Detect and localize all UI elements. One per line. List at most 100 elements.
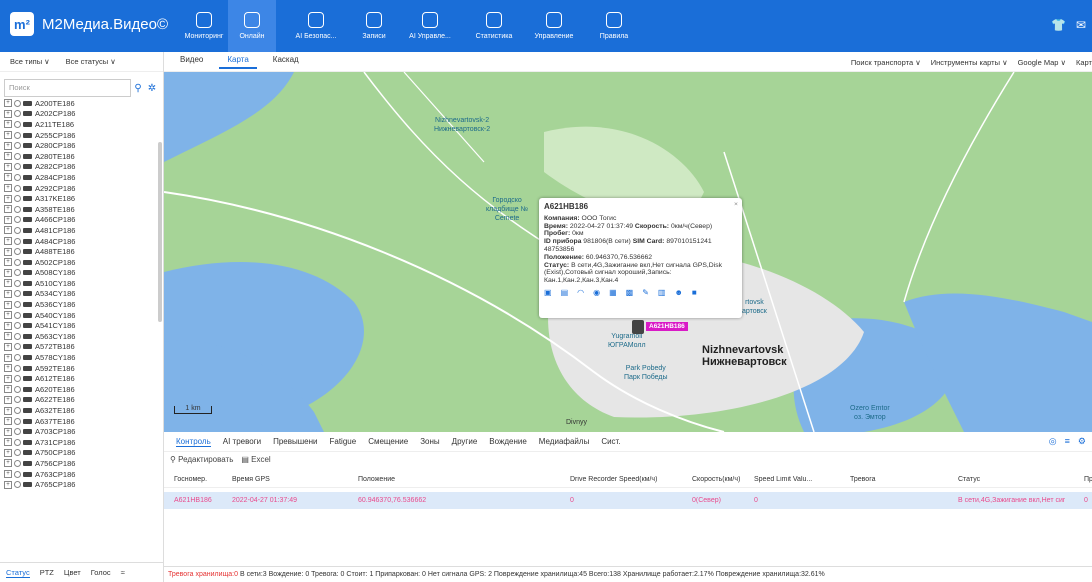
- vehicle-item[interactable]: + A508CY186: [4, 268, 156, 279]
- expand-icon[interactable]: +: [4, 237, 12, 246]
- nav-item-5[interactable]: Статистика: [470, 0, 518, 52]
- vehicle-item[interactable]: + A202CP186: [4, 109, 156, 120]
- vehicle-item[interactable]: + A292CP186: [4, 183, 156, 194]
- vehicle-checkbox[interactable]: [14, 301, 21, 309]
- vehicle-checkbox[interactable]: [14, 396, 21, 404]
- vehicle-item[interactable]: + A731CP186: [4, 437, 156, 448]
- bottom-tab-8[interactable]: Медиафайлы: [539, 437, 590, 447]
- headphones-icon[interactable]: ◠: [577, 289, 584, 297]
- vehicle-checkbox[interactable]: [14, 385, 21, 393]
- expand-icon[interactable]: +: [4, 162, 12, 171]
- locate-icon[interactable]: ◎: [1049, 436, 1057, 447]
- expand-icon[interactable]: +: [4, 152, 12, 161]
- bottom-tab-7[interactable]: Вождение: [489, 437, 527, 447]
- left-tab-4[interactable]: ≈: [121, 568, 125, 577]
- vehicle-checkbox[interactable]: [14, 184, 21, 192]
- column-header[interactable]: Drive Recorder Speed(км/ч): [570, 476, 657, 483]
- vehicle-item[interactable]: + A622TE186: [4, 395, 156, 406]
- expand-icon[interactable]: +: [4, 385, 12, 394]
- vehicle-checkbox[interactable]: [14, 173, 21, 181]
- expand-icon[interactable]: +: [4, 184, 12, 193]
- expand-icon[interactable]: +: [4, 247, 12, 256]
- column-header[interactable]: Пробе: [1084, 476, 1092, 483]
- expand-icon[interactable]: +: [4, 427, 12, 436]
- grid-icon[interactable]: ▩: [626, 289, 634, 297]
- vehicle-item[interactable]: + A637TE186: [4, 416, 156, 427]
- expand-icon[interactable]: +: [4, 470, 12, 479]
- vehicle-checkbox[interactable]: [14, 332, 21, 340]
- vehicle-item[interactable]: + A632TE186: [4, 405, 156, 416]
- vehicle-item[interactable]: + A620TE186: [4, 384, 156, 395]
- nav-item-6[interactable]: Управление: [530, 0, 578, 52]
- vehicle-checkbox[interactable]: [14, 205, 21, 213]
- document-icon[interactable]: ▥: [658, 289, 666, 297]
- vehicle-checkbox[interactable]: [14, 290, 21, 298]
- nav-item-1[interactable]: Онлайн: [228, 0, 276, 52]
- type-filter[interactable]: Все типы ∨: [10, 57, 50, 66]
- bottom-tab-1[interactable]: AI тревоги: [223, 437, 261, 447]
- view-tab-0[interactable]: Видео: [180, 55, 203, 69]
- vehicle-item[interactable]: + A534CY186: [4, 289, 156, 300]
- vehicle-item[interactable]: + A317KE186: [4, 193, 156, 204]
- bottom-tab-0[interactable]: Контроль: [176, 437, 211, 447]
- vehicle-item[interactable]: + A284CP186: [4, 172, 156, 183]
- vehicle-checkbox[interactable]: [14, 99, 21, 107]
- vehicle-checkbox[interactable]: [14, 343, 21, 351]
- vehicle-item[interactable]: + A280TE186: [4, 151, 156, 162]
- vehicle-item[interactable]: + A563CY186: [4, 331, 156, 342]
- bottom-tab-6[interactable]: Другие: [452, 437, 478, 447]
- message-icon[interactable]: ▦: [609, 289, 617, 297]
- vehicle-item[interactable]: + A211TE186: [4, 119, 156, 130]
- playback-icon[interactable]: ▤: [561, 289, 569, 297]
- vehicle-item[interactable]: + A255CP186: [4, 130, 156, 141]
- column-header[interactable]: Тревога: [850, 476, 876, 483]
- vehicle-checkbox[interactable]: [14, 152, 21, 160]
- left-tab-2[interactable]: Цвет: [64, 568, 81, 577]
- vehicle-marker[interactable]: [632, 320, 644, 334]
- expand-icon[interactable]: +: [4, 131, 12, 140]
- expand-icon[interactable]: +: [4, 353, 12, 362]
- vehicle-item[interactable]: + A280CP186: [4, 140, 156, 151]
- vehicle-item[interactable]: + A536CY186: [4, 299, 156, 310]
- vehicle-checkbox[interactable]: [14, 407, 21, 415]
- vehicle-item[interactable]: + A541CY186: [4, 320, 156, 331]
- vehicle-checkbox[interactable]: [14, 354, 21, 362]
- vehicle-item[interactable]: + A484CP186: [4, 236, 156, 247]
- expand-icon[interactable]: +: [4, 268, 12, 277]
- expand-icon[interactable]: +: [4, 173, 12, 182]
- record-icon[interactable]: ■: [692, 289, 697, 297]
- expand-icon[interactable]: +: [4, 258, 12, 267]
- nav-item-3[interactable]: Записи: [350, 0, 398, 52]
- expand-icon[interactable]: +: [4, 120, 12, 129]
- expand-icon[interactable]: +: [4, 480, 12, 489]
- vehicle-item[interactable]: + A750CP186: [4, 448, 156, 459]
- bottom-tab-9[interactable]: Сист.: [601, 437, 620, 447]
- vehicle-checkbox[interactable]: [14, 322, 21, 330]
- menu-icon[interactable]: ≡: [1065, 436, 1070, 447]
- close-icon[interactable]: ×: [734, 201, 738, 209]
- view-tab-1[interactable]: Карта: [219, 55, 257, 69]
- vehicle-checkbox[interactable]: [14, 311, 21, 319]
- expand-icon[interactable]: +: [4, 289, 12, 298]
- vehicle-checkbox[interactable]: [14, 481, 21, 489]
- expand-icon[interactable]: +: [4, 215, 12, 224]
- bottom-tab-4[interactable]: Смещение: [368, 437, 408, 447]
- vehicle-checkbox[interactable]: [14, 216, 21, 224]
- vehicle-checkbox[interactable]: [14, 131, 21, 139]
- expand-icon[interactable]: +: [4, 406, 12, 415]
- vehicle-item[interactable]: + A200TE186: [4, 98, 156, 109]
- expand-icon[interactable]: +: [4, 438, 12, 447]
- nav-item-2[interactable]: AI Безопас...: [292, 0, 340, 52]
- map-tool-1[interactable]: Инструменты карты ∨: [931, 58, 1008, 67]
- column-header[interactable]: Скорость(км/ч): [692, 476, 740, 483]
- vehicle-checkbox[interactable]: [14, 364, 21, 372]
- column-header[interactable]: Время GPS: [232, 476, 270, 483]
- expand-icon[interactable]: +: [4, 364, 12, 373]
- vehicle-item[interactable]: + A756CP186: [4, 458, 156, 469]
- vehicle-marker-label[interactable]: A621HB186: [646, 322, 688, 331]
- expand-icon[interactable]: +: [4, 459, 12, 468]
- vehicle-checkbox[interactable]: [14, 470, 21, 478]
- vehicle-checkbox[interactable]: [14, 438, 21, 446]
- scrollbar[interactable]: [158, 142, 162, 322]
- map-tool-0[interactable]: Поиск транспорта ∨: [851, 58, 921, 67]
